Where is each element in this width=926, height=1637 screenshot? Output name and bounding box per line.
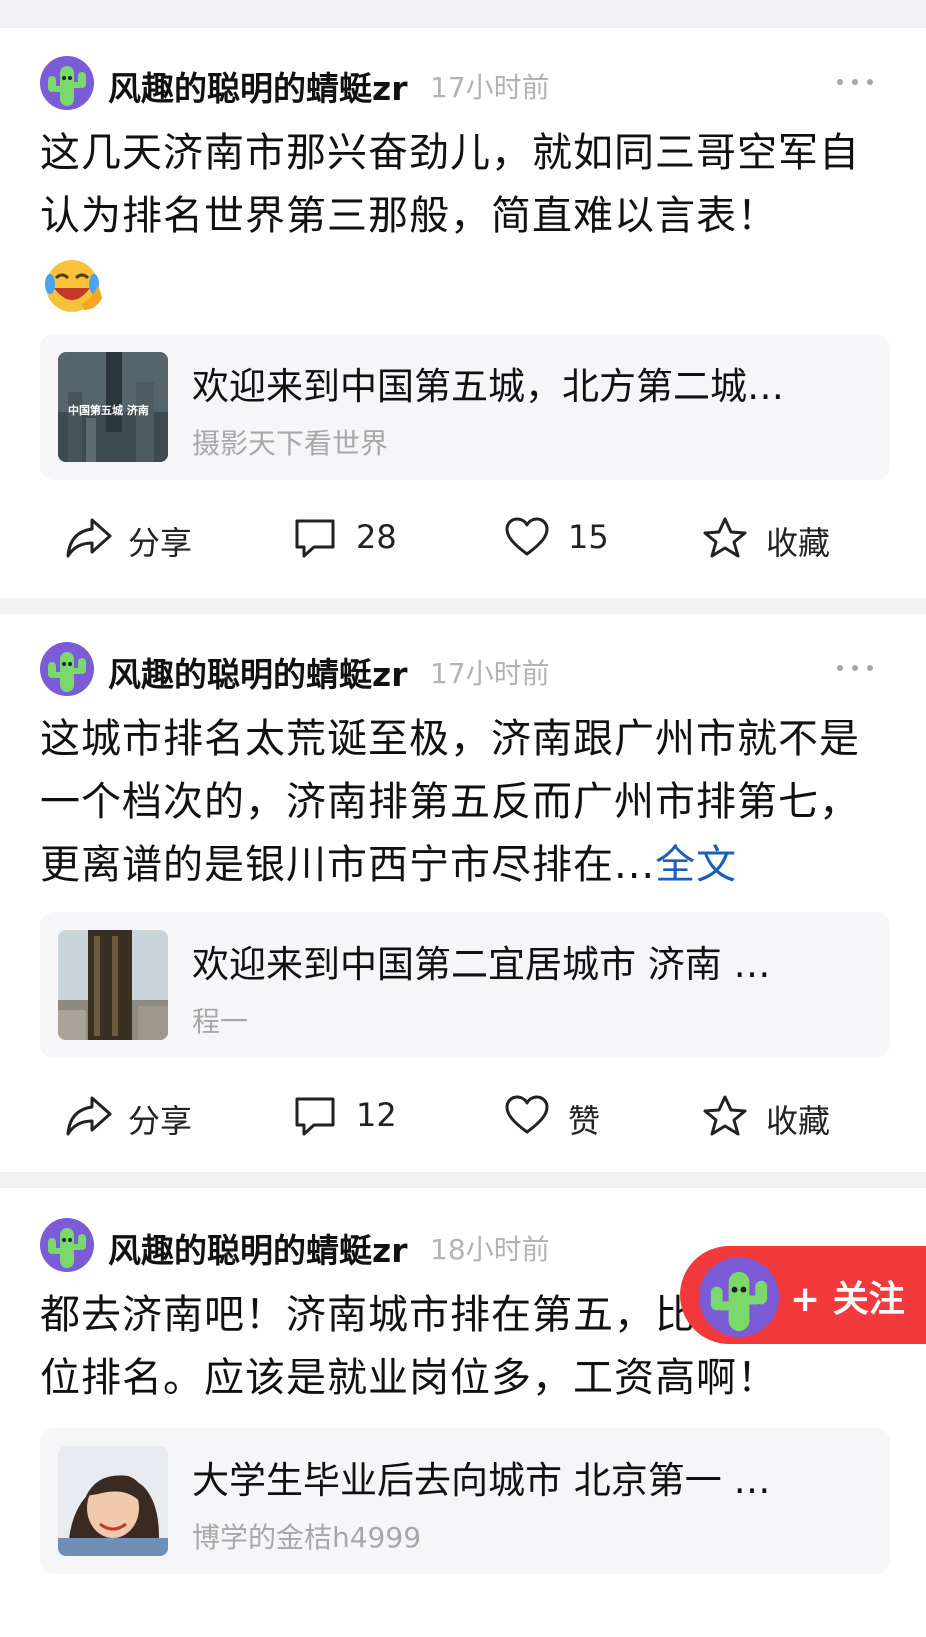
more-icon — [837, 79, 843, 85]
link-thumbnail: 中国第五城 济南 — [58, 352, 168, 462]
link-source: 博学的金桔h4999 — [192, 1521, 422, 1554]
collect-label: 收藏 — [766, 1102, 831, 1140]
follow-label: + 关注 — [790, 1279, 905, 1320]
post-time: 17小时前 — [430, 657, 550, 690]
link-card[interactable]: 中国第五城 济南 欢迎来到中国第五城，北方第二城… 摄影天下看世界 — [40, 334, 890, 480]
post-time: 17小时前 — [430, 71, 550, 104]
share-icon — [66, 518, 112, 558]
collect-label: 收藏 — [766, 524, 831, 562]
author-avatar[interactable] — [40, 1218, 94, 1272]
comment-icon — [295, 1097, 335, 1136]
comment-button[interactable]: 28 — [292, 510, 412, 566]
cactus-avatar-icon — [48, 66, 86, 106]
more-icon — [837, 665, 843, 671]
link-thumbnail — [58, 930, 168, 1040]
post-card[interactable]: 风趣的聪明的蜻蜓zr 17小时前 这几天济南市那兴奋劲儿，就如同三哥空军自认为排… — [0, 28, 926, 598]
like-button[interactable]: 15 — [504, 510, 624, 566]
comment-button[interactable]: 12 — [292, 1088, 412, 1144]
share-label: 分享 — [128, 524, 193, 562]
thumbnail-caption: 中国第五城 济南 — [68, 404, 149, 417]
link-title: 欢迎来到中国第五城，北方第二城… — [192, 365, 784, 408]
post-time: 18小时前 — [430, 1233, 550, 1266]
author-avatar[interactable] — [40, 56, 94, 110]
laughing-crying-emoji-icon — [45, 260, 102, 312]
link-card[interactable]: 欢迎来到中国第二宜居城市 济南 … 程一 — [40, 912, 890, 1058]
link-source: 摄影天下看世界 — [192, 427, 389, 460]
like-count: 15 — [568, 518, 609, 556]
author-avatar[interactable] — [40, 642, 94, 696]
follow-avatar — [696, 1254, 782, 1340]
link-thumbnail — [58, 1446, 168, 1556]
author-name[interactable]: 风趣的聪明的蜻蜓zr — [108, 62, 407, 110]
cactus-avatar-icon — [710, 1271, 768, 1332]
full-text-link[interactable]: 全文 — [655, 842, 737, 888]
author-name[interactable]: 风趣的聪明的蜻蜓zr — [108, 648, 407, 696]
collect-button[interactable]: 收藏 — [702, 510, 842, 566]
post-text[interactable]: 这几天济南市那兴奋劲儿，就如同三哥空军自认为排名世界第三那般，简直难以言表！ — [40, 122, 890, 248]
more-options-button[interactable] — [835, 72, 875, 92]
link-title: 大学生毕业后去向城市 北京第一 … — [192, 1459, 771, 1502]
link-title: 欢迎来到中国第二宜居城市 济南 … — [192, 943, 771, 986]
cactus-avatar-icon — [48, 1228, 86, 1268]
star-icon — [703, 1095, 747, 1136]
cactus-avatar-icon — [48, 652, 86, 692]
post-card[interactable]: 风趣的聪明的蜻蜓zr 17小时前 这城市排名太荒诞至极，济南跟广州市就不是一个档… — [0, 614, 926, 1172]
comment-count: 28 — [356, 518, 397, 556]
more-options-button[interactable] — [835, 658, 875, 678]
share-label: 分享 — [128, 1102, 193, 1140]
share-button[interactable]: 分享 — [64, 510, 214, 566]
like-label: 赞 — [568, 1102, 601, 1140]
follow-button[interactable]: + 关注 — [680, 1246, 926, 1344]
heart-icon — [505, 517, 549, 556]
comment-icon — [295, 519, 335, 558]
heart-icon — [505, 1095, 549, 1134]
comment-count: 12 — [356, 1096, 397, 1134]
post-text[interactable]: 这城市排名太荒诞至极，济南跟广州市就不是一个档次的，济南排第五反而广州市排第七，… — [40, 708, 890, 897]
author-name[interactable]: 风趣的聪明的蜻蜓zr — [108, 1224, 407, 1272]
link-source: 程一 — [192, 1005, 249, 1038]
like-button[interactable]: 赞 — [504, 1088, 624, 1144]
share-button[interactable]: 分享 — [64, 1088, 214, 1144]
share-icon — [66, 1096, 112, 1136]
link-card[interactable]: 大学生毕业后去向城市 北京第一 … 博学的金桔h4999 — [40, 1428, 890, 1574]
star-icon — [703, 517, 747, 558]
collect-button[interactable]: 收藏 — [702, 1088, 842, 1144]
